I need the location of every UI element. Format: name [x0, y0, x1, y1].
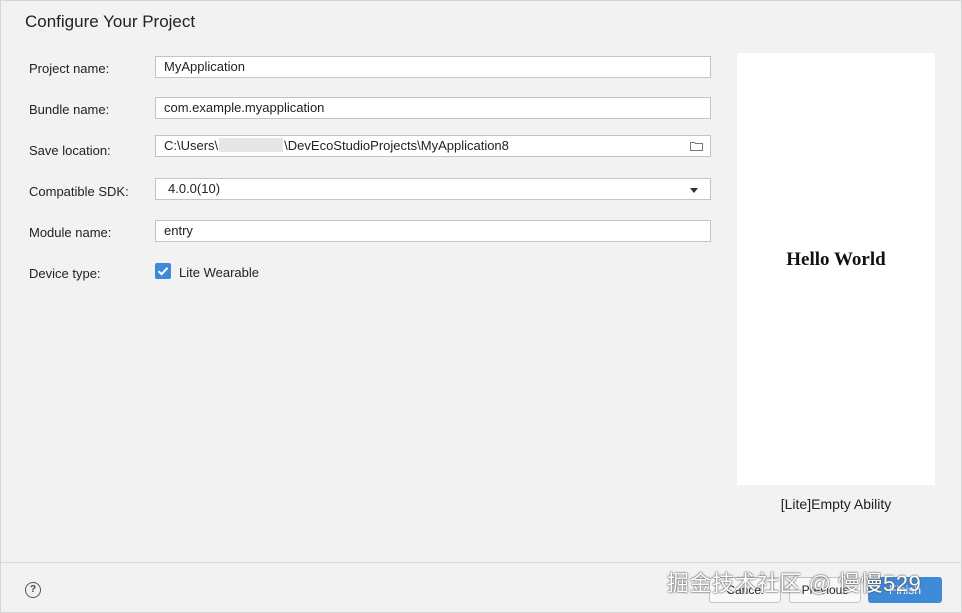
watermark: 掘金技术社区 @ 慢慢529 — [667, 571, 922, 596]
template-caption: [Lite]Empty Ability — [780, 496, 892, 512]
save-location-prefix: C:\Users\ — [164, 138, 219, 153]
compatible-sdk-value: 4.0.0(10) — [168, 181, 221, 196]
module-name-label: Module name: — [29, 225, 112, 240]
check-icon — [157, 267, 169, 276]
redacted-username — [219, 138, 284, 152]
lite-wearable-label[interactable]: Lite Wearable — [179, 265, 259, 280]
footer-divider — [1, 562, 961, 563]
bundle-name-label: Bundle name: — [29, 102, 110, 117]
project-name-input[interactable]: MyApplication — [155, 56, 711, 78]
lite-wearable-checkbox[interactable] — [155, 263, 171, 279]
module-name-input[interactable]: entry — [155, 220, 711, 242]
preview-hello-text: Hello World — [786, 249, 886, 270]
bundle-name-input[interactable]: com.example.myapplication — [155, 97, 711, 119]
save-location-input[interactable]: C:\Users\ \DevEcoStudioProjects\MyApplica… — [155, 135, 711, 157]
save-location-label: Save location: — [29, 143, 111, 158]
template-preview: Hello World — [737, 53, 935, 485]
save-location-suffix: \DevEcoStudioProjects\MyApplication8 — [284, 138, 509, 153]
compatible-sdk-select[interactable]: 4.0.0(10) — [155, 178, 711, 200]
compatible-sdk-label: Compatible SDK: — [29, 184, 129, 199]
device-type-label: Device type: — [29, 266, 101, 281]
project-name-label: Project name: — [29, 61, 110, 76]
chevron-down-icon — [690, 188, 698, 193]
dialog-title: Configure Your Project — [25, 12, 196, 31]
help-icon[interactable]: ? — [25, 582, 41, 598]
folder-icon[interactable] — [690, 141, 703, 151]
configure-project-dialog: Configure Your Project Project name: MyA… — [0, 0, 962, 613]
